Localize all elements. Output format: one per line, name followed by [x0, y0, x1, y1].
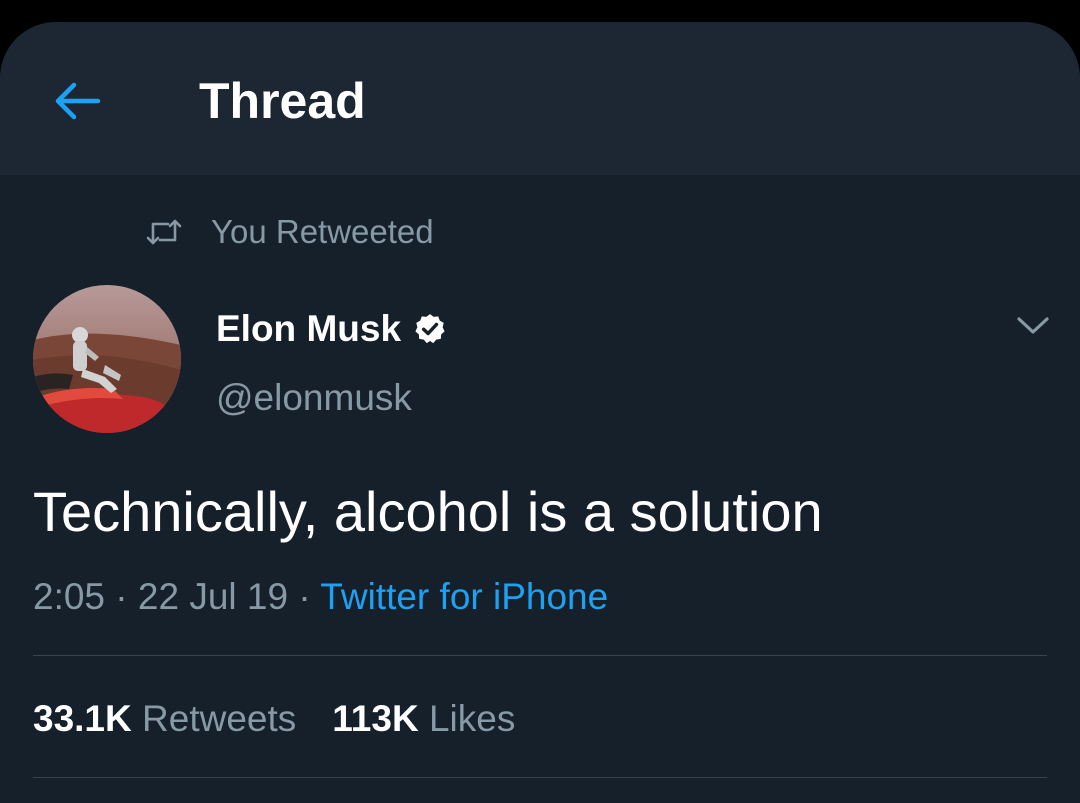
- retweeted-label: You Retweeted: [211, 213, 434, 250]
- retweets-label: Retweets: [142, 698, 297, 739]
- page-title: Thread: [199, 73, 366, 129]
- likes-label: Likes: [428, 698, 516, 739]
- divider: [33, 777, 1047, 778]
- retweet-icon: [146, 219, 182, 245]
- arrow-left-icon: [55, 82, 101, 120]
- back-button[interactable]: [48, 72, 106, 130]
- author-name-row: Elon Musk: [216, 306, 447, 352]
- verified-badge-icon: [413, 312, 447, 346]
- meta-separator: ·: [115, 576, 138, 617]
- likes-stat[interactable]: 113K Likes: [332, 696, 515, 742]
- tweet-stats: 33.1K Retweets 113K Likes: [33, 696, 551, 742]
- likes-count: 113K: [332, 698, 429, 739]
- tweet-date: 22 Jul 19: [137, 576, 289, 617]
- divider: [33, 655, 1047, 656]
- top-app-bar: Thread: [0, 22, 1080, 175]
- avatar[interactable]: [33, 285, 181, 433]
- social-context: You Retweeted: [146, 210, 434, 254]
- author-name[interactable]: Elon Musk: [216, 308, 401, 350]
- tweet-text: Technically, alcohol is a solution: [33, 480, 823, 543]
- retweets-stat[interactable]: 33.1K Retweets: [33, 696, 296, 742]
- author-handle[interactable]: @elonmusk: [216, 375, 412, 421]
- tweet-time: 2:05: [33, 576, 106, 617]
- tweet-menu-button[interactable]: [1010, 308, 1056, 344]
- avatar-image: [33, 285, 181, 433]
- meta-separator: ·: [298, 576, 321, 617]
- tweet-source-link[interactable]: Twitter for iPhone: [320, 576, 608, 617]
- retweets-count: 33.1K: [33, 698, 143, 739]
- thread-screen: Thread You Retweeted Elon Musk @elonmusk…: [0, 22, 1080, 803]
- tweet-meta: 2:05 · 22 Jul 19 · Twitter for iPhone: [33, 574, 608, 620]
- chevron-down-icon: [1017, 317, 1049, 334]
